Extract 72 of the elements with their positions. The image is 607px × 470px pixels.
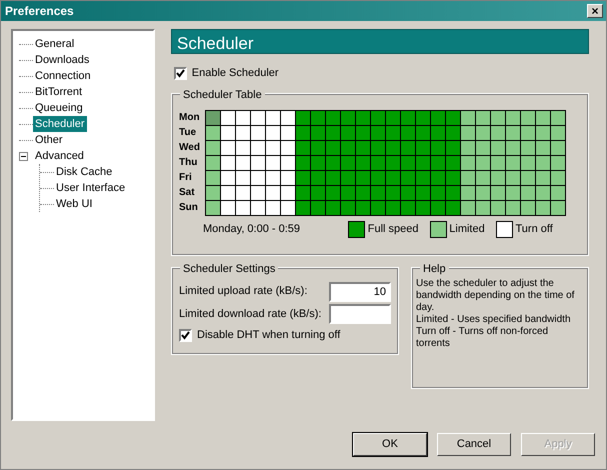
help-text: Use the scheduler to adjust the bandwidth depending on the time of day.	[416, 278, 576, 314]
tree-item[interactable]: Scheduler	[33, 116, 87, 132]
legend-swatch	[348, 220, 365, 238]
schedule-cell[interactable]	[505, 200, 521, 216]
legend-label: Turn off	[515, 222, 553, 237]
schedule-cell[interactable]	[415, 200, 431, 216]
schedule-cell[interactable]	[205, 200, 221, 216]
legend-swatch	[430, 220, 447, 238]
schedule-cell[interactable]	[550, 110, 566, 126]
schedule-cell[interactable]	[385, 200, 401, 216]
day-label: Tue	[179, 126, 198, 140]
legend-swatch	[496, 220, 513, 238]
collapse-icon[interactable]	[19, 152, 28, 160]
window-title: Preferences	[5, 3, 74, 20]
schedule-cell[interactable]	[475, 200, 491, 216]
tree-item[interactable]: Other	[33, 132, 65, 148]
schedule-cell[interactable]	[550, 125, 566, 142]
dialog-button[interactable]: OK	[353, 433, 427, 456]
schedule-cell[interactable]	[400, 200, 416, 216]
dialog-button[interactable]: Cancel	[437, 433, 511, 456]
schedule-cell[interactable]	[535, 200, 551, 216]
day-label: Sat	[179, 186, 196, 200]
day-label: Thu	[179, 156, 198, 170]
tree-item[interactable]: Advanced	[33, 148, 86, 164]
day-label: Mon	[179, 111, 201, 126]
schedule-cell[interactable]	[220, 200, 236, 216]
help-text: Turn off - Turns off non-forced torrents	[416, 326, 550, 350]
day-label: Sun	[179, 201, 199, 216]
day-label: Wed	[179, 141, 201, 156]
input-field[interactable]: 10	[329, 282, 391, 302]
checkbox[interactable]	[179, 328, 192, 342]
schedule-cell[interactable]	[340, 200, 356, 216]
input-field[interactable]	[329, 304, 391, 324]
schedule-cell[interactable]	[550, 170, 566, 186]
close-button[interactable]: ×	[587, 4, 603, 18]
tree-item[interactable]: Downloads	[33, 52, 92, 68]
schedule-cell[interactable]	[550, 140, 566, 156]
schedule-cell[interactable]	[430, 200, 446, 216]
checkbox[interactable]	[174, 66, 187, 80]
tree-item[interactable]: BitTorrent	[33, 84, 84, 100]
schedule-cell[interactable]	[490, 200, 506, 216]
schedule-cell[interactable]	[520, 200, 536, 216]
schedule-cell[interactable]	[265, 200, 281, 216]
schedule-cell[interactable]	[310, 200, 326, 216]
schedule-cell[interactable]	[460, 200, 476, 216]
schedule-cell[interactable]	[550, 185, 566, 202]
schedule-cell[interactable]	[250, 200, 266, 216]
schedule-cell[interactable]	[235, 200, 251, 216]
legend-label: Full speed	[368, 222, 419, 237]
tree-item[interactable]: Web UI	[54, 196, 94, 212]
schedule-cell[interactable]	[445, 200, 461, 216]
tree-item[interactable]: Queueing	[33, 100, 85, 116]
legend-label: Limited	[449, 222, 485, 237]
tree-item[interactable]: Disk Cache	[54, 164, 114, 180]
tree-item[interactable]: User Interface	[54, 180, 128, 196]
schedule-cell[interactable]	[295, 200, 311, 216]
field-label: Limited download rate (kB/s):	[179, 307, 322, 322]
help-text: Limited - Uses specified bandwidth	[416, 314, 572, 326]
checkbox-label: Disable DHT when turning off	[197, 328, 340, 343]
page-title: Scheduler	[171, 29, 589, 54]
checkbox-label: Enable Scheduler	[192, 66, 279, 81]
schedule-cell[interactable]	[550, 200, 566, 216]
schedule-cell[interactable]	[280, 200, 296, 216]
schedule-cell[interactable]	[370, 200, 386, 216]
tree-item[interactable]: General	[33, 36, 76, 52]
schedule-cell[interactable]	[355, 200, 371, 216]
tree-item[interactable]: Connection	[33, 68, 93, 84]
day-label: Fri	[179, 171, 193, 186]
schedule-cell[interactable]	[325, 200, 341, 216]
status-text: Monday, 0:00 - 0:59	[203, 222, 302, 237]
schedule-cell[interactable]	[550, 155, 566, 172]
field-label: Limited upload rate (kB/s):	[179, 284, 308, 300]
